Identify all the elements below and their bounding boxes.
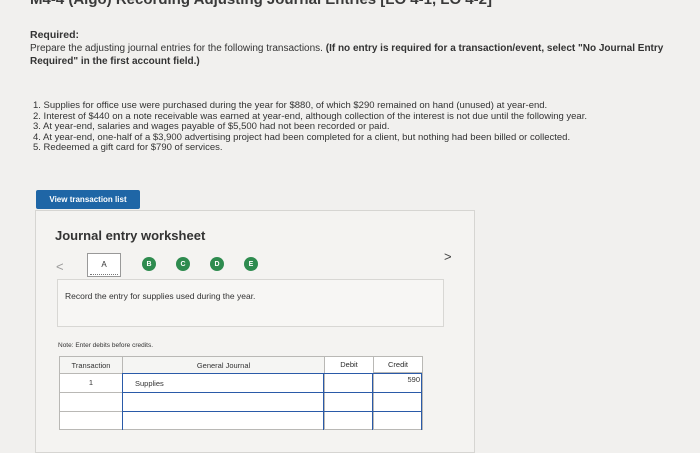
next-arrow-icon[interactable]: > (444, 249, 452, 264)
input-outline (421, 373, 422, 430)
row-3-credit-field[interactable] (374, 412, 422, 429)
worksheet-title: Journal entry worksheet (55, 228, 206, 243)
instructions-text: Prepare the adjusting journal entries fo… (30, 43, 326, 54)
row-1-credit-field[interactable]: 590 (375, 375, 420, 384)
note-text: Note: Enter debits before credits. (58, 342, 154, 349)
general-journal-header: General Journal (123, 357, 324, 373)
transaction-header: Transaction (60, 357, 122, 373)
input-outline (122, 392, 422, 393)
input-outline (372, 373, 373, 430)
credit-header: Credit (373, 356, 423, 373)
tab-c[interactable]: C (176, 257, 190, 271)
prev-arrow-icon[interactable]: < (56, 259, 64, 274)
instructions: Prepare the adjusting journal entries fo… (30, 43, 670, 68)
row-1-debit-field[interactable] (326, 376, 372, 391)
row-3-account-field[interactable] (123, 412, 323, 429)
transaction-item: 5. Redeemed a gift card for $790 of serv… (33, 142, 223, 154)
input-outline (122, 373, 422, 374)
row-2-credit-field[interactable] (374, 393, 422, 411)
record-instruction-text: Record the entry for supplies used durin… (65, 291, 256, 301)
row-3-debit-field[interactable] (325, 412, 372, 429)
required-label: Required: (30, 29, 80, 41)
tab-b[interactable]: B (142, 257, 156, 271)
input-outline (323, 373, 324, 430)
row-2-account-field[interactable] (123, 393, 323, 411)
tab-d[interactable]: D (210, 257, 224, 271)
tab-e[interactable]: E (244, 257, 258, 271)
transaction-item: 1. Supplies for office use were purchase… (33, 100, 548, 111)
row-1-transaction: 1 (88, 378, 94, 387)
row-1-account-field[interactable]: Supplies (135, 379, 315, 388)
input-outline (122, 373, 123, 430)
page-title: M4-4 (Algo) Recording Adjusting Journal … (30, 0, 492, 8)
row-2-debit-field[interactable] (325, 393, 372, 411)
input-outline (122, 411, 422, 412)
debit-header: Debit (340, 360, 358, 369)
transaction-list: 1. Supplies for office use were purchase… (33, 100, 673, 154)
record-instruction-box (57, 279, 444, 327)
view-transaction-list-button[interactable]: View transaction list (36, 190, 140, 209)
tab-a-underline (90, 274, 118, 275)
